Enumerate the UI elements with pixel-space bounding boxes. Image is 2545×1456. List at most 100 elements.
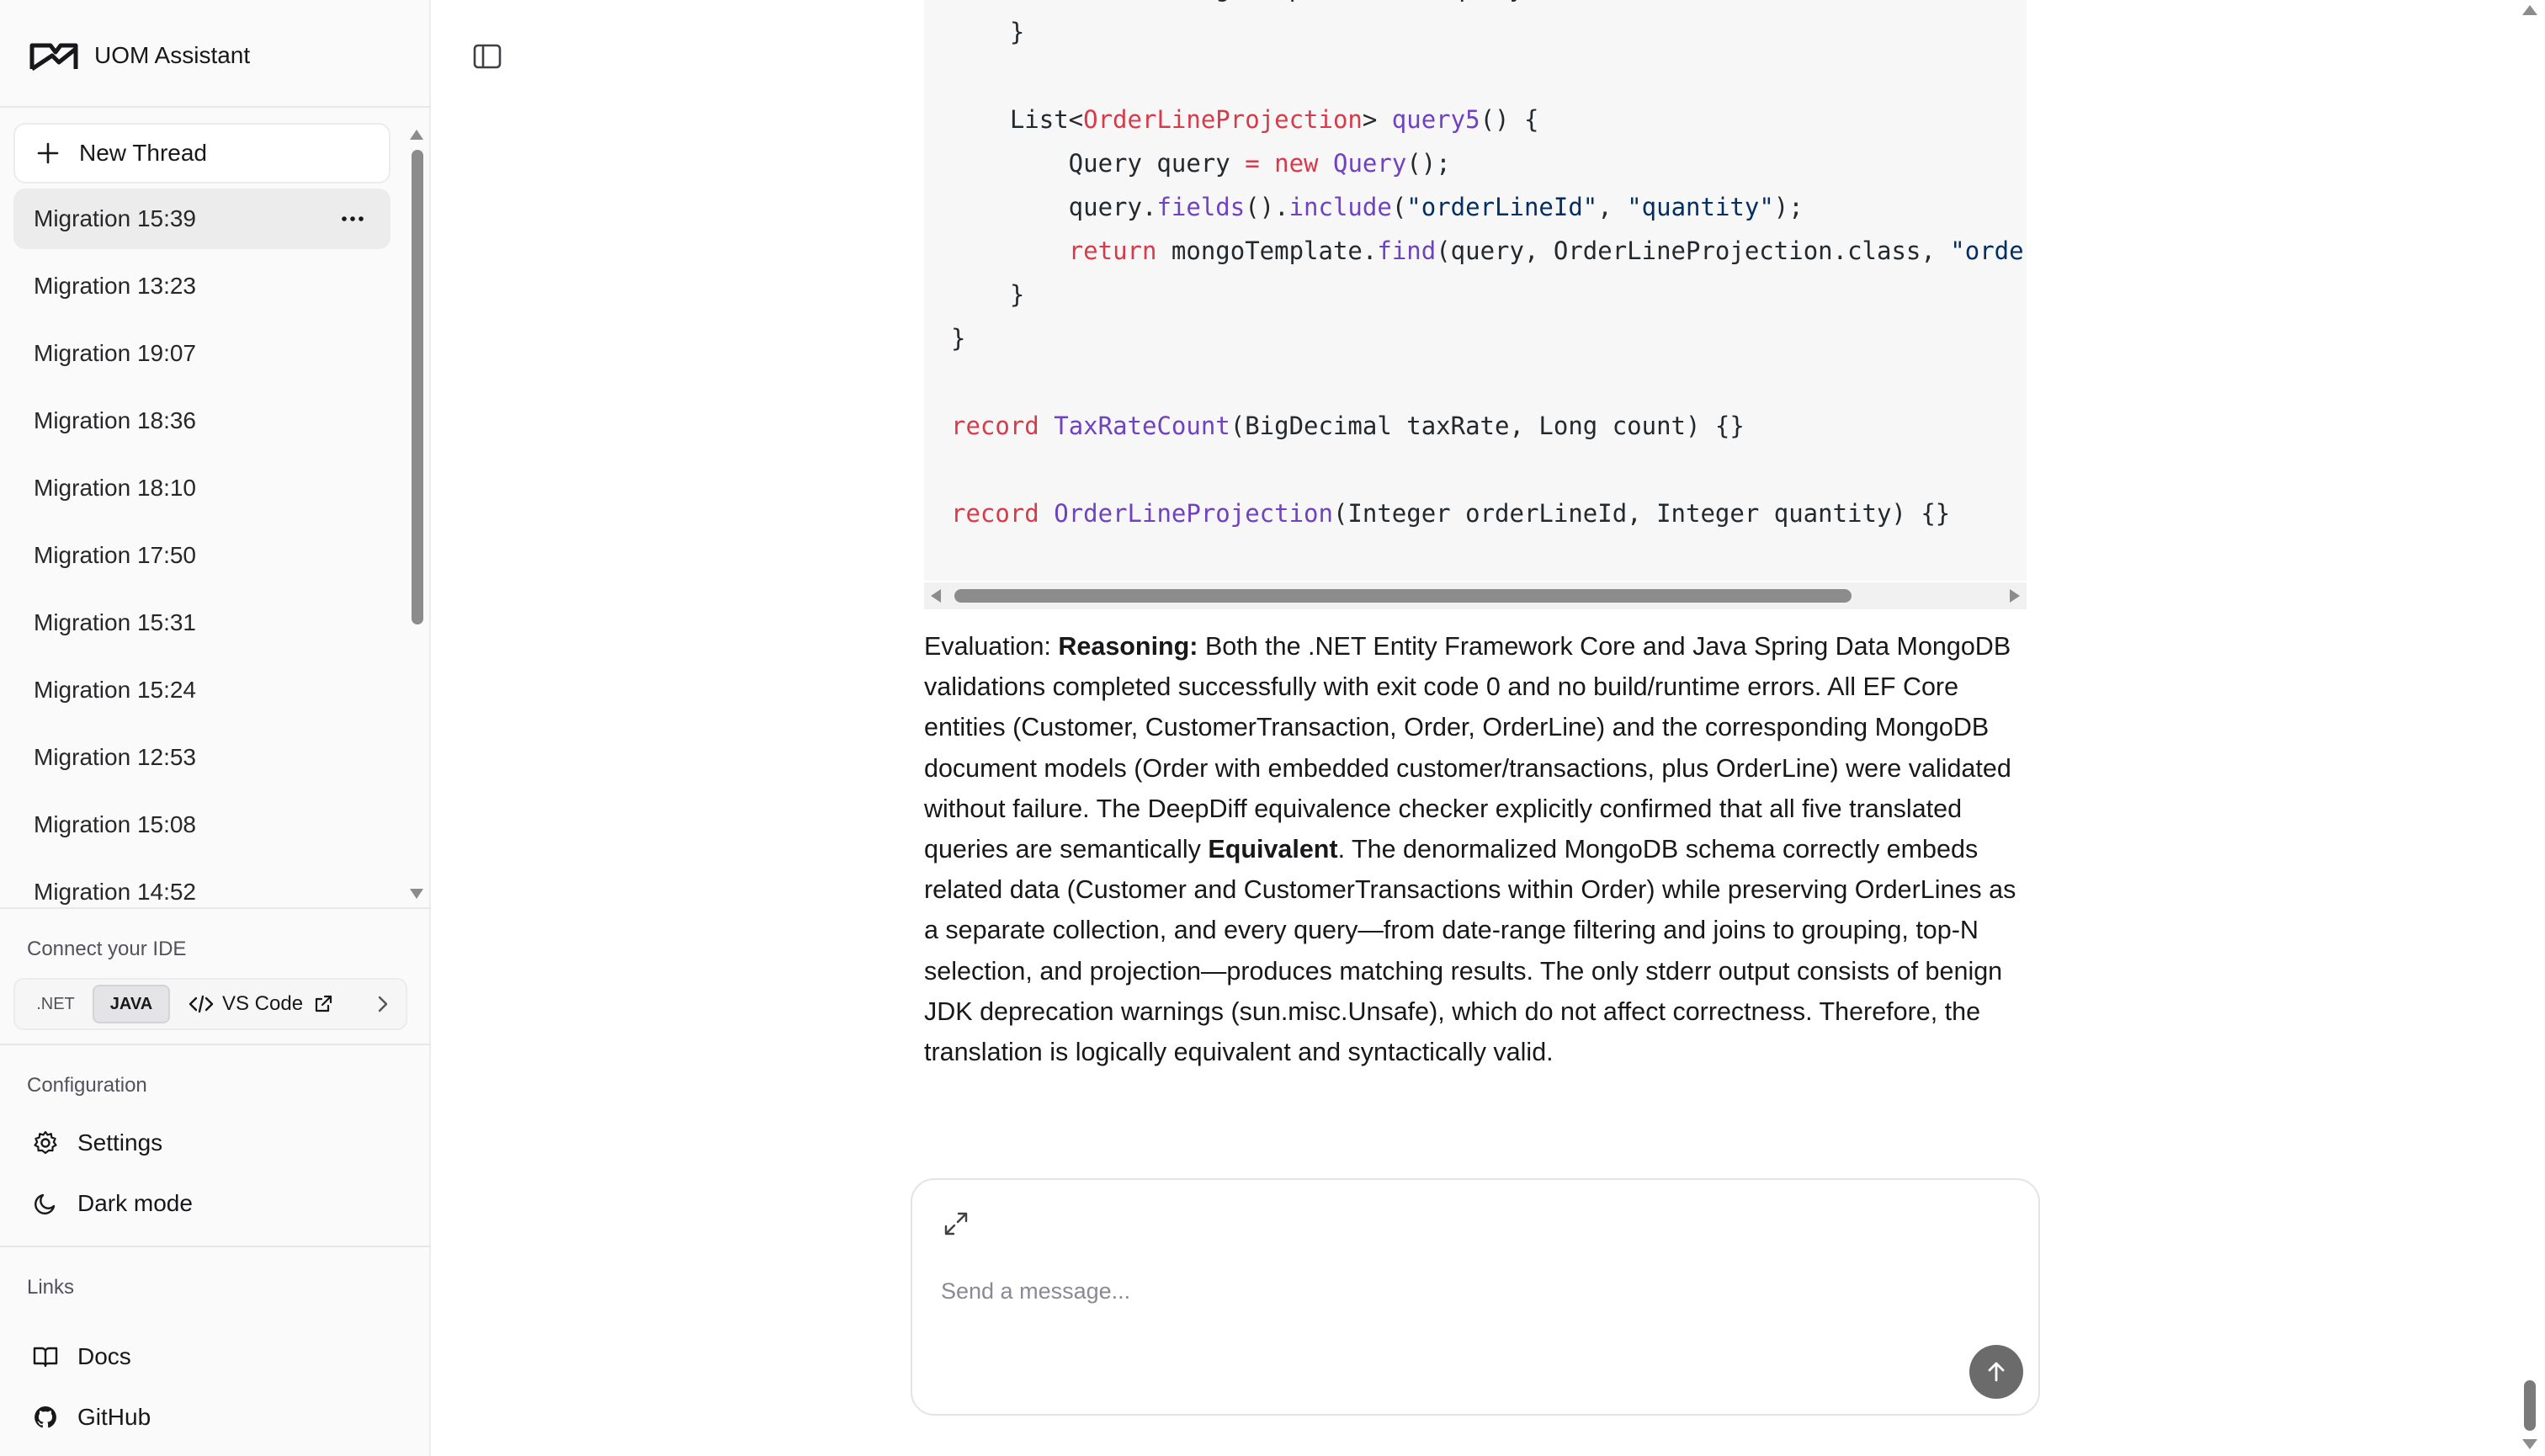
code-token: return	[1069, 0, 1157, 3]
page-scroll-down-icon[interactable]	[2521, 1437, 2538, 1451]
code-icon	[189, 995, 214, 1013]
brand[interactable]: UOM Assistant	[27, 34, 250, 77]
message-input[interactable]	[941, 1273, 1951, 1310]
evaluation-text: . The denormalized MongoDB schema correc…	[924, 835, 2016, 1067]
plus-icon	[37, 142, 59, 164]
thread-item-label: Migration 19:07	[34, 340, 197, 366]
thread-item[interactable]: Migration 18:36	[13, 391, 391, 451]
code-token: ();	[1406, 149, 1451, 178]
divider	[0, 907, 431, 909]
code-token: }	[951, 280, 1025, 309]
thread-list: New Thread Migration 15:39 Migration 13:2…	[0, 118, 431, 905]
scroll-right-arrow-icon[interactable]	[2006, 587, 2022, 604]
gear-icon	[34, 1130, 57, 1155]
external-link-icon	[315, 995, 332, 1012]
code-line: record OrderLineProjection(Integer order…	[951, 492, 2024, 535]
code-token: OrderLineProjection	[1054, 499, 1333, 528]
thread-item[interactable]: Migration 14:52	[13, 862, 391, 905]
code-horizontal-scrollbar[interactable]	[924, 582, 2027, 609]
code-scrollbar-thumb[interactable]	[954, 589, 1852, 603]
code-token: (query, OrderLineProjection.class,	[1436, 236, 1951, 265]
github-link[interactable]: GitHub	[32, 1397, 151, 1437]
thread-item[interactable]: Migration 18:10	[13, 458, 391, 518]
ide-section-title: Connect your IDE	[27, 938, 187, 960]
code-token: }	[951, 18, 1025, 46]
ide-tab-java[interactable]: JAVA	[93, 985, 170, 1023]
send-button[interactable]	[1969, 1345, 2023, 1399]
thread-item-label: Migration 15:24	[34, 677, 197, 703]
code-token: fields	[1156, 193, 1246, 221]
code-token: query5	[1391, 105, 1480, 134]
thread-item[interactable]: Migration 19:07	[13, 323, 391, 384]
thread-item[interactable]: Migration 15:31	[13, 592, 391, 653]
thread-item[interactable]: Migration 15:39	[13, 189, 391, 249]
chevron-right-icon[interactable]	[372, 994, 392, 1014]
thread-item-label: Migration 13:23	[34, 273, 197, 299]
ide-tab-dotnet[interactable]: .NET	[22, 985, 89, 1023]
thread-item[interactable]: Migration 15:08	[13, 794, 391, 855]
code-token: () {	[1480, 105, 1539, 134]
code-token: "orderLineId"	[1406, 193, 1598, 221]
code-line: record TaxRateCount(BigDecimal taxRate, …	[951, 404, 2024, 448]
vscode-label: VS Code	[222, 992, 304, 1015]
code-token: List<	[951, 105, 1084, 134]
dark-mode-label: Dark mode	[77, 1190, 193, 1216]
thread-item-label: Migration 18:36	[34, 407, 197, 433]
thread-item-label: Migration 18:10	[34, 475, 197, 501]
divider	[0, 1246, 431, 1247]
thread-item[interactable]: Migration 17:50	[13, 525, 391, 586]
arrow-up-icon	[1988, 1362, 2005, 1382]
thread-item-label: Migration 17:50	[34, 542, 197, 568]
code-token: return	[1068, 236, 1157, 265]
scroll-left-arrow-icon[interactable]	[929, 587, 944, 604]
thread-item[interactable]: Migration 13:23	[13, 256, 391, 316]
scroll-up-arrow-icon[interactable]	[409, 128, 424, 141]
sidebar-toggle-icon[interactable]	[473, 44, 502, 69]
settings-label: Settings	[77, 1129, 163, 1156]
settings-link[interactable]: Settings	[32, 1123, 162, 1163]
code-line: return mongoTemplate.find(query, OrderLi…	[951, 229, 2024, 273]
sidebar-scrollbar-thumb[interactable]	[412, 150, 423, 624]
code-line: Query query = new Query();	[951, 141, 2024, 185]
github-label: GitHub	[77, 1404, 151, 1430]
code-token: find	[1377, 236, 1437, 265]
new-thread-button[interactable]: New Thread	[13, 123, 391, 183]
docs-link[interactable]: Docs	[32, 1336, 131, 1377]
code-token: record	[951, 499, 1039, 528]
code-token: include	[1288, 193, 1392, 221]
code-token: >	[1362, 105, 1392, 134]
uom-logo-icon	[29, 43, 78, 72]
divider	[0, 106, 431, 108]
thread-item-label: Migration 14:52	[34, 879, 197, 905]
more-options-icon[interactable]	[340, 207, 365, 231]
reasoning-label: Reasoning:	[1058, 632, 1198, 661]
thread-item-label: Migration 12:53	[34, 744, 197, 770]
thread-item[interactable]: Migration 15:24	[13, 660, 391, 720]
dark-mode-toggle[interactable]: Dark mode	[32, 1183, 193, 1224]
code-token: TaxRateCount	[1054, 412, 1230, 440]
divider	[0, 1044, 431, 1045]
new-thread-label: New Thread	[79, 140, 208, 166]
code-token: (Integer orderLineId, Integer quantity) …	[1332, 499, 1951, 528]
code-token: query.	[951, 193, 1157, 221]
page-scroll-up-icon[interactable]	[2521, 3, 2538, 17]
code-token: (	[1391, 193, 1407, 221]
page-scrollbar-thumb[interactable]	[2524, 1380, 2536, 1431]
message-composer	[911, 1178, 2040, 1416]
evaluation-text: Both the .NET Entity Framework Core and …	[924, 632, 2011, 864]
docs-label: Docs	[77, 1343, 131, 1369]
code-line: query.fields().include("orderLineId", "q…	[951, 185, 2024, 229]
vscode-link[interactable]: VS Code	[189, 985, 333, 1023]
code-token: mongoTemplate.	[1156, 0, 1377, 3]
code-token: Query query	[951, 149, 1246, 178]
code-line: List<OrderLineProjection> query5() {	[951, 98, 2024, 141]
thread-item[interactable]: Migration 12:53	[13, 727, 391, 788]
configuration-section-title: Configuration	[27, 1074, 147, 1097]
code-token: mongoTemplate.	[1156, 236, 1378, 265]
code-token: }	[951, 324, 966, 353]
expand-icon[interactable]	[943, 1210, 970, 1237]
scroll-down-arrow-icon[interactable]	[409, 887, 424, 901]
